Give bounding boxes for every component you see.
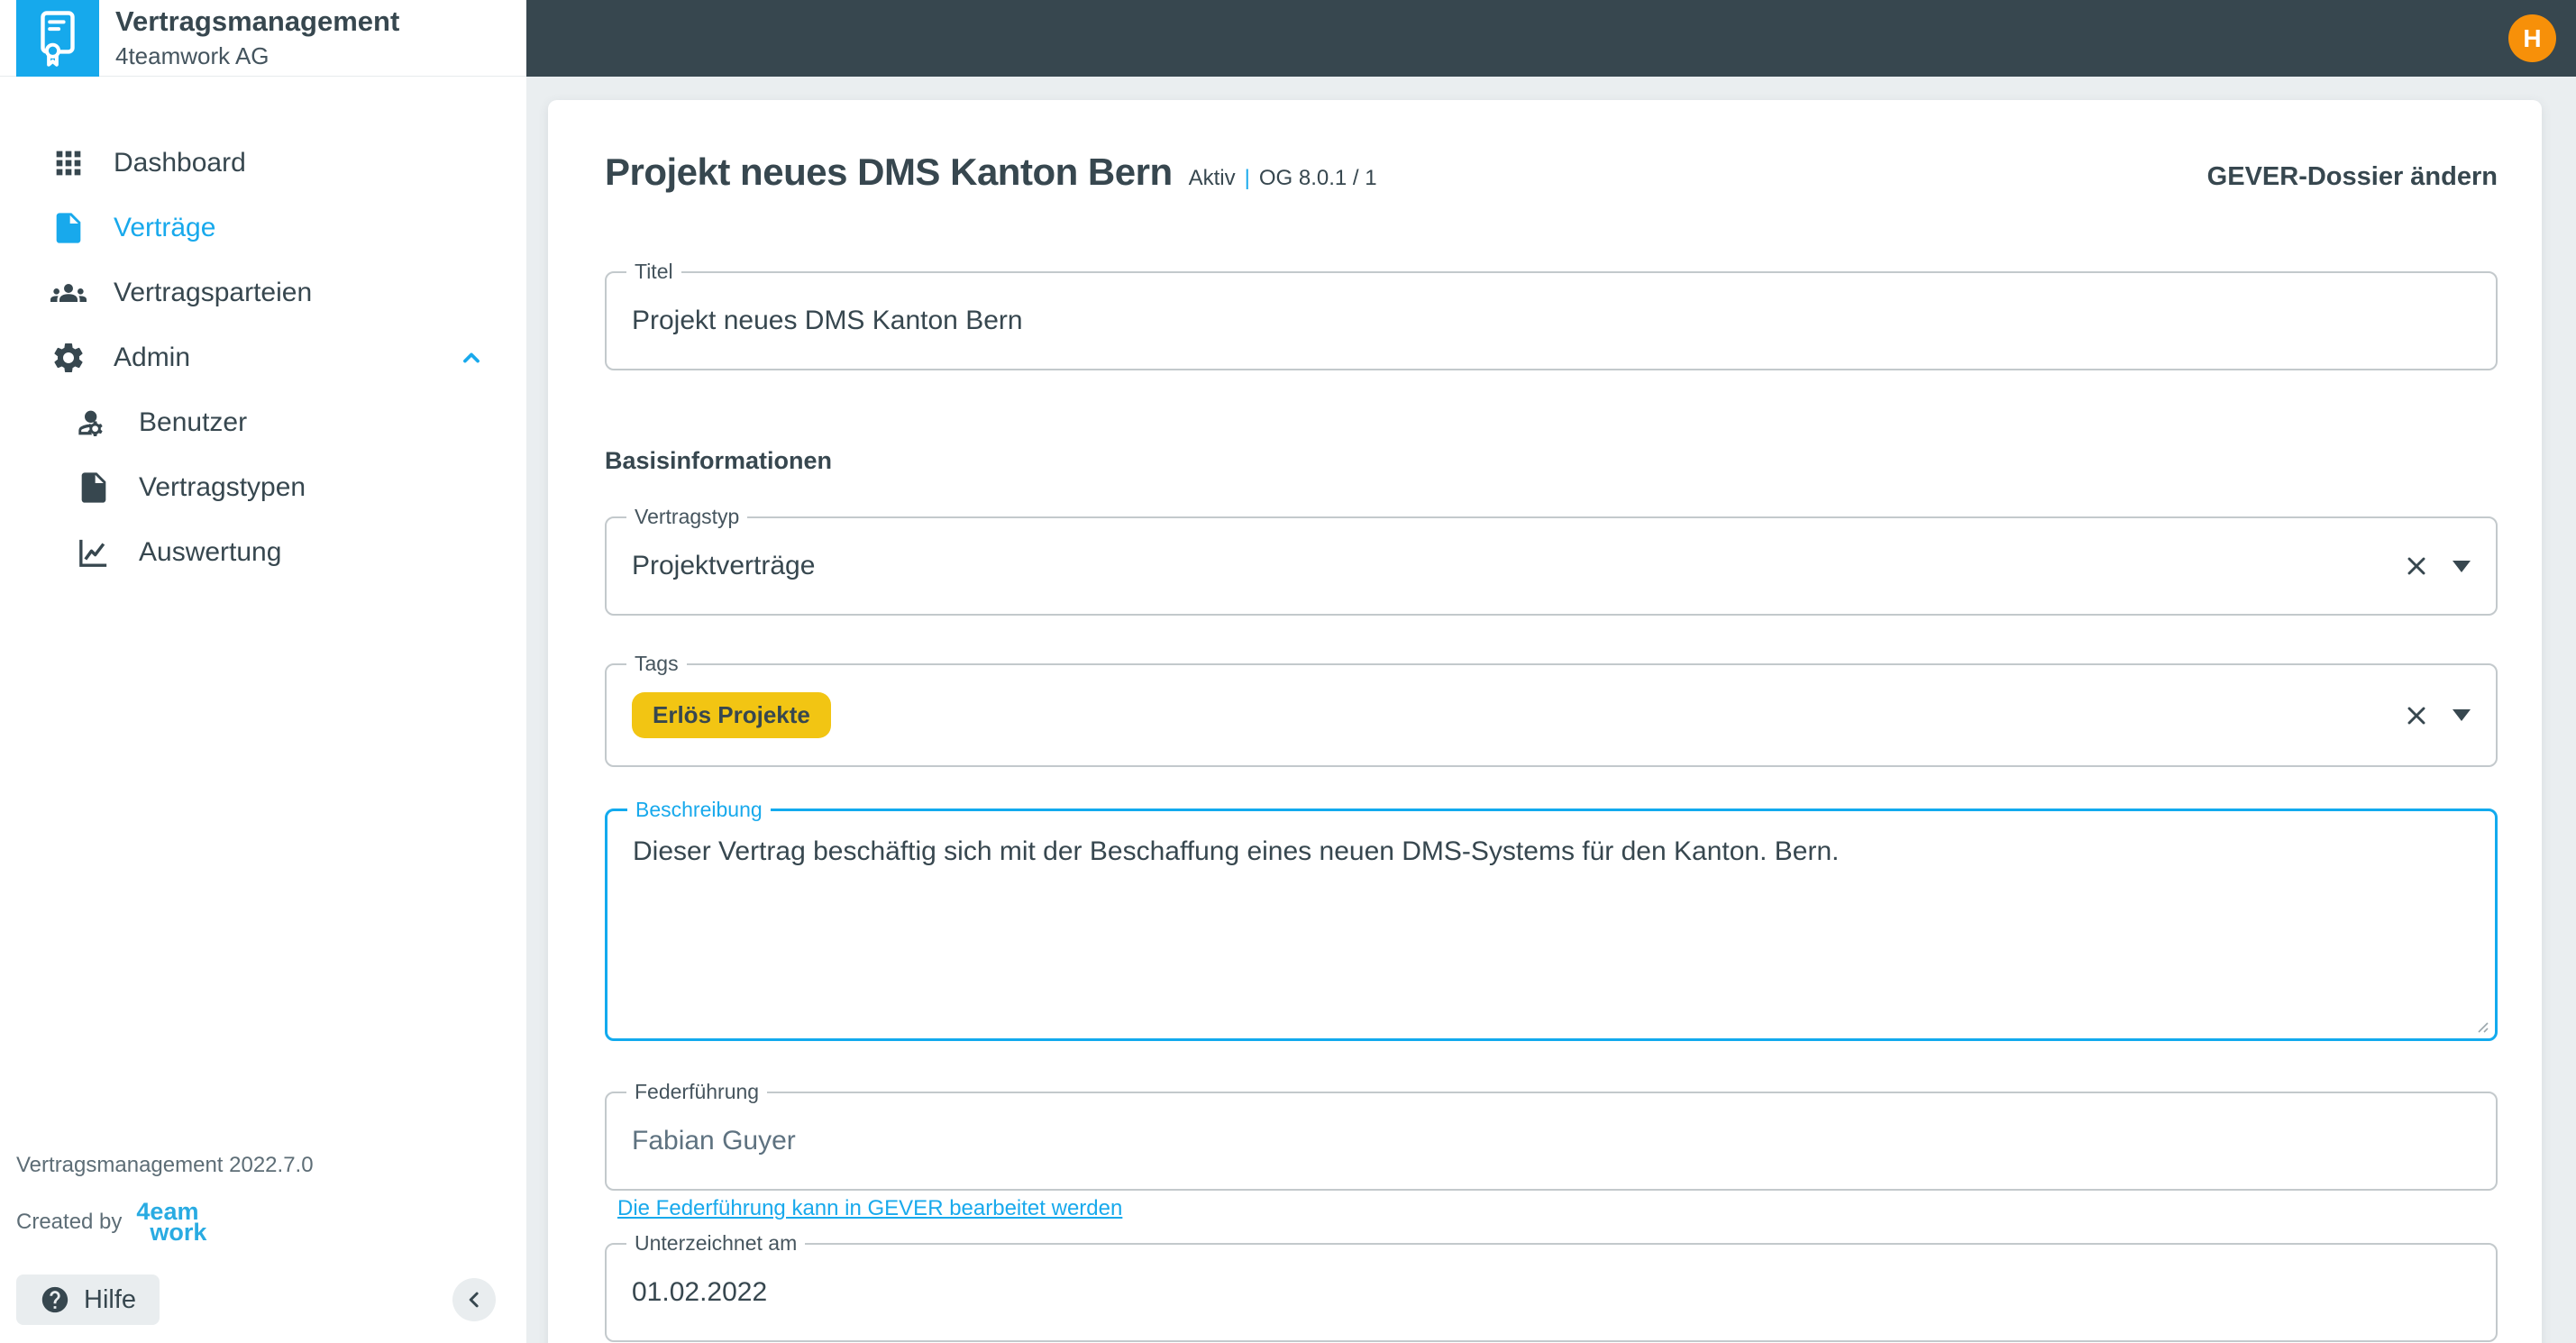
sidebar-item-vertragstypen[interactable]: Vertragstypen [0, 455, 526, 520]
federfuehrung-field: Federführung [605, 1080, 2498, 1191]
sidebar-item-admin[interactable]: Admin [0, 325, 526, 390]
vertragstyp-field-icons [2402, 552, 2471, 580]
vertragstyp-input[interactable] [607, 518, 2496, 614]
title-row: Projekt neues DMS Kanton Bern Aktiv | OG… [605, 100, 2498, 194]
status-badge: Aktiv [1188, 166, 1236, 190]
textarea-resize-handle[interactable] [2473, 1018, 2489, 1034]
sidebar-item-vertraege[interactable]: Verträge [0, 196, 526, 260]
vertragstyp-field: Vertragstyp [605, 505, 2498, 616]
sidebar-item-label: Vertragsparteien [114, 278, 313, 307]
chart-icon [79, 539, 107, 567]
sidebar-item-label: Auswertung [139, 537, 282, 567]
main-area: Projekt neues DMS Kanton Bern Aktiv | OG… [526, 77, 2576, 1343]
sidebar-footer: Vertragsmanagement 2022.7.0 Created by 4… [0, 1153, 526, 1343]
4teamwork-logo: 4eam work [136, 1199, 207, 1247]
user-gear-icon [78, 410, 103, 436]
titel-input[interactable] [607, 273, 2496, 369]
created-by: Created by 4eam work [16, 1199, 526, 1247]
header-bar: H [526, 0, 2576, 77]
tags-clear-icon[interactable] [2402, 701, 2431, 730]
app-brand: Vertragsmanagement 4teamwork AG [0, 0, 526, 77]
tag-chip-erloes-projekte[interactable]: Erlös Projekte [632, 692, 831, 738]
chevron-up-icon[interactable] [456, 343, 487, 373]
gear-icon [54, 343, 83, 372]
sidebar-nav: Dashboard Verträge Vertragsparteien Admi… [0, 77, 526, 585]
sidebar-item-label: Dashboard [114, 148, 246, 178]
sidebar-item-benutzer[interactable]: Benutzer [0, 390, 526, 455]
tags-field-icons [2402, 701, 2471, 730]
titel-label: Titel [626, 260, 681, 285]
app-root: Vertragsmanagement 4teamwork AG H Dashbo… [0, 0, 2576, 1343]
sidebar-item-label: Verträge [114, 213, 216, 242]
beschreibung-field: Beschreibung Dieser Vertrag beschäftig s… [605, 798, 2498, 1041]
help-button[interactable]: Hilfe [16, 1274, 160, 1325]
beschreibung-label: Beschreibung [627, 798, 771, 823]
4teamwork-logo-line2: work [150, 1219, 207, 1247]
unterzeichnet-am-input[interactable] [607, 1245, 2496, 1340]
section-heading-basisinformationen: Basisinformationen [605, 447, 833, 474]
user-avatar[interactable]: H [2508, 14, 2556, 62]
page-title: Projekt neues DMS Kanton Bern [605, 151, 1173, 193]
tags-field[interactable]: Tags Erlös Projekte [605, 652, 2498, 767]
vertragstyp-label: Vertragstyp [626, 505, 748, 530]
gever-dossier-change-button[interactable]: GEVER-Dossier ändern [2207, 162, 2498, 192]
chevron-left-icon [469, 1292, 479, 1308]
collapse-sidebar-button[interactable] [452, 1278, 496, 1321]
contract-status: Aktiv | OG 8.0.1 / 1 [1189, 166, 1377, 191]
document-icon [81, 472, 106, 503]
unterzeichnet-am-label: Unterzeichnet am [626, 1231, 806, 1256]
sidebar-footer-row: Hilfe [16, 1274, 526, 1325]
created-by-label: Created by [16, 1210, 123, 1235]
status-divider: | [1244, 166, 1250, 190]
tags-label: Tags [626, 652, 687, 677]
federfuehrung-input[interactable] [607, 1093, 2496, 1189]
sidebar-item-label: Benutzer [139, 407, 248, 437]
app-logo [16, 0, 99, 77]
beschreibung-textarea[interactable]: Dieser Vertrag beschäftig sich mit der B… [607, 811, 2495, 1038]
help-icon [41, 1286, 69, 1313]
sidebar-item-dashboard[interactable]: Dashboard [0, 131, 526, 196]
sidebar-item-auswertung[interactable]: Auswertung [0, 520, 526, 585]
grid-icon [56, 151, 81, 176]
sidebar: Dashboard Verträge Vertragsparteien Admi… [0, 77, 526, 1343]
top-header: Vertragsmanagement 4teamwork AG H [0, 0, 2576, 77]
app-version: Vertragsmanagement 2022.7.0 [16, 1152, 314, 1177]
brand-text: Vertragsmanagement 4teamwork AG [115, 5, 399, 70]
vertragstyp-clear-icon[interactable] [2402, 552, 2431, 580]
sidebar-item-label: Vertragstypen [139, 472, 306, 502]
document-icon [56, 213, 81, 243]
vertragstyp-dropdown-arrow-icon[interactable] [2453, 560, 2471, 572]
app-subtitle: 4teamwork AG [115, 41, 269, 69]
dossier-reference: OG 8.0.1 / 1 [1258, 166, 1377, 190]
app-title: Vertragsmanagement [115, 5, 400, 38]
contract-document-icon [41, 11, 75, 67]
sidebar-item-vertragsparteien[interactable]: Vertragsparteien [0, 260, 526, 325]
unterzeichnet-am-field: Unterzeichnet am [605, 1231, 2498, 1342]
sidebar-item-label: Admin [114, 343, 191, 372]
help-button-label: Hilfe [84, 1284, 137, 1314]
gever-edit-link[interactable]: Die Federführung kann in GEVER bearbeite… [617, 1196, 1122, 1221]
contract-detail-card: Projekt neues DMS Kanton Bern Aktiv | OG… [548, 100, 2542, 1343]
federfuehrung-label: Federführung [626, 1080, 768, 1105]
tags-dropdown-arrow-icon[interactable] [2453, 709, 2471, 721]
people-icon [50, 284, 87, 302]
titel-field: Titel [605, 260, 2498, 370]
